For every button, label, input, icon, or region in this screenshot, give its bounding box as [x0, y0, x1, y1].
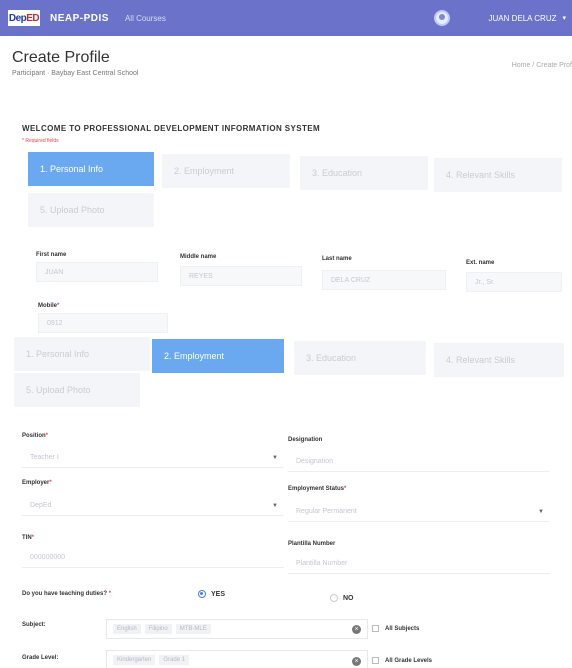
teaching-duties-question: Do you have teaching duties? *	[22, 591, 112, 597]
designation-input[interactable]: Designation	[288, 452, 550, 472]
employment-status-label: Employment Status*	[288, 486, 347, 492]
all-subjects-checkbox[interactable]: All Subjects	[372, 625, 419, 632]
employment-status-chevron-down-icon: ▼	[538, 508, 544, 515]
top-navbar: Dep ED NEAP-PDIS All Courses JUAN DELA CR…	[0, 0, 572, 36]
ext-name-field[interactable]: Jr., Sr.	[466, 272, 562, 292]
subject-multiselect[interactable]: English Filipino MTB-MLE	[106, 619, 368, 639]
step-tab-personal-info-2[interactable]: 1. Personal Info	[14, 337, 150, 371]
checkbox-icon	[372, 657, 379, 664]
step-tab-employment[interactable]: 2. Employment	[162, 154, 290, 188]
page-subtitle: Participant · Baybay East Central School	[12, 70, 139, 77]
employer-select[interactable]: DepEd ▼	[22, 496, 284, 516]
user-avatar-icon[interactable]	[434, 10, 451, 26]
ext-name-label: Ext. name	[466, 260, 495, 266]
deped-logo[interactable]: Dep ED	[8, 10, 40, 26]
plantilla-label: Plantilla Number	[288, 541, 336, 547]
required-fields-note: * Required fields	[22, 138, 59, 144]
mobile-label: Mobile*	[38, 303, 60, 309]
employer-label: Employer*	[22, 480, 52, 486]
all-grade-levels-label: All Grade Levels	[385, 657, 433, 664]
user-menu-caret-icon[interactable]: ▾	[562, 14, 566, 22]
step-tab-upload-photo[interactable]: 5. Upload Photo	[28, 193, 154, 227]
no-label: NO	[343, 594, 354, 602]
subject-label: Subject:	[22, 622, 46, 628]
radio-selected-icon	[198, 590, 206, 598]
designation-label: Designation	[288, 437, 323, 443]
nav-all-courses[interactable]: All Courses	[125, 14, 166, 23]
position-select[interactable]: Teacher I ▼	[22, 448, 284, 468]
position-label: Position*	[22, 433, 49, 439]
tin-label: TIN*	[22, 535, 35, 541]
first-name-field[interactable]: JUAN	[36, 262, 158, 282]
step-tab-education-2[interactable]: 3. Education	[294, 341, 426, 375]
subject-tag[interactable]: Filipino	[144, 624, 172, 634]
welcome-heading: WELCOME TO PROFESSIONAL DEVELOPMENT INFO…	[22, 124, 321, 133]
yes-label: YES	[211, 590, 226, 598]
breadcrumb[interactable]: Home / Create Prof	[512, 62, 572, 69]
page-title: Create Profile	[12, 49, 110, 66]
step-tab-upload-photo-2[interactable]: 5. Upload Photo	[14, 373, 140, 407]
app-name[interactable]: NEAP-PDIS	[50, 13, 109, 24]
grade-level-label: Grade Level:	[22, 655, 59, 661]
employment-status-select[interactable]: Regular Permanent ▼	[288, 502, 550, 522]
subject-tag[interactable]: MTB-MLE	[175, 624, 211, 634]
last-name-label: Last name	[322, 256, 352, 262]
first-name-label: First name	[36, 252, 67, 258]
grade-tag[interactable]: Kindergarten	[113, 655, 156, 665]
position-chevron-down-icon: ▼	[272, 454, 278, 461]
position-select-value: Teacher I	[30, 454, 59, 461]
subject-tag[interactable]: English	[113, 624, 141, 634]
all-subjects-label: All Subjects	[385, 625, 420, 632]
middle-name-label: Middle name	[180, 254, 217, 260]
clear-grades-icon[interactable]: ×	[352, 657, 361, 666]
mobile-field[interactable]: 0912	[38, 313, 168, 333]
middle-name-field[interactable]: REYES	[180, 266, 302, 286]
radio-unselected-icon	[330, 594, 338, 602]
step-tab-personal-info[interactable]: 1. Personal Info	[28, 152, 154, 186]
teaching-no-radio[interactable]: NO	[330, 594, 354, 602]
user-name[interactable]: JUAN DELA CRUZ	[488, 14, 556, 23]
step-tab-education[interactable]: 3. Education	[300, 156, 428, 190]
tin-input[interactable]: 000000000	[22, 548, 284, 568]
checkbox-icon	[372, 625, 379, 632]
employer-select-value: DepEd	[30, 502, 52, 509]
step-tab-relevant-skills-2[interactable]: 4. Relevant Skills	[434, 343, 564, 377]
employer-chevron-down-icon: ▼	[272, 502, 278, 509]
last-name-field[interactable]: DELA CRUZ	[322, 270, 446, 290]
plantilla-input[interactable]: Plantilla Number	[288, 554, 550, 574]
step-tab-relevant-skills[interactable]: 4. Relevant Skills	[434, 158, 562, 192]
grade-tag[interactable]: Grade 1	[159, 655, 190, 665]
grade-level-multiselect[interactable]: Kindergarten Grade 1	[106, 650, 368, 668]
teaching-yes-radio[interactable]: YES	[198, 590, 225, 598]
step-tab-employment-2[interactable]: 2. Employment	[152, 339, 284, 373]
all-grade-levels-checkbox[interactable]: All Grade Levels	[372, 657, 432, 664]
employment-status-value: Regular Permanent	[296, 508, 357, 515]
clear-subjects-icon[interactable]: ×	[352, 625, 361, 634]
